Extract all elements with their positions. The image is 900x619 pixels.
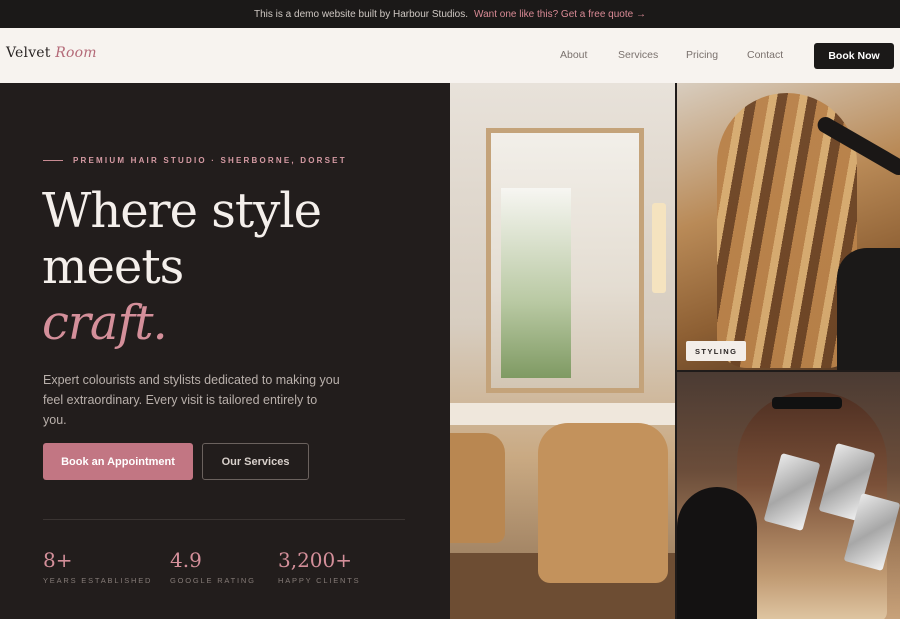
styling-tag: STYLING: [686, 341, 747, 361]
salon-chair-left: [450, 433, 505, 543]
logo-main: Velvet: [6, 45, 51, 61]
nav-link-contact[interactable]: Contact: [747, 49, 783, 61]
eyebrow-text: PREMIUM HAIR STUDIO · SHERBORNE, DORSET: [73, 156, 347, 165]
mirror-window-reflection: [501, 188, 571, 378]
headline-line1: Where style: [42, 183, 322, 239]
counter: [450, 403, 675, 425]
headline-accent: craft.: [42, 295, 168, 351]
mirror: [486, 128, 644, 393]
gloved-hand: [677, 487, 757, 619]
our-services-button[interactable]: Our Services: [202, 443, 309, 480]
free-quote-link[interactable]: Want one like this? Get a free quote →: [474, 9, 646, 20]
top-nav: Velvet Room About Services Pricing Conta…: [0, 28, 900, 83]
stat-clients: 3,200+ HAPPY CLIENTS: [278, 548, 360, 585]
salon-interior-image: [450, 83, 675, 619]
hero-eyebrow: PREMIUM HAIR STUDIO · SHERBORNE, DORSET: [43, 156, 347, 165]
banner-text: This is a demo website built by Harbour …: [254, 8, 469, 20]
stats-divider: [43, 519, 405, 520]
hero-headline: Where style meets craft.: [42, 183, 322, 351]
hair-clip: [772, 397, 842, 409]
stat-value: 8+: [43, 548, 73, 572]
stat-years: 8+ YEARS ESTABLISHED: [43, 548, 152, 585]
logo-accent: Room: [55, 45, 97, 61]
stat-value: 4.9: [170, 548, 202, 572]
stat-rating: 4.9 GOOGLE RATING: [170, 548, 256, 585]
wall-lamp: [652, 203, 666, 293]
headline-line2: meets: [42, 239, 184, 295]
hero-description: Expert colourists and stylists dedicated…: [43, 373, 340, 427]
stylist-arm: [837, 248, 900, 370]
demo-banner: This is a demo website built by Harbour …: [0, 0, 900, 28]
book-now-button[interactable]: Book Now: [814, 43, 894, 69]
nav-link-pricing[interactable]: Pricing: [686, 49, 718, 61]
stat-value: 3,200+: [278, 548, 353, 572]
book-appointment-button[interactable]: Book an Appointment: [43, 443, 193, 480]
nav-link-services[interactable]: Services: [618, 49, 658, 61]
salon-chair: [538, 423, 668, 583]
logo[interactable]: Velvet Room: [6, 45, 97, 61]
hero-section: PREMIUM HAIR STUDIO · SHERBORNE, DORSET …: [0, 83, 450, 619]
styling-image: STYLING: [677, 83, 900, 370]
stat-label: GOOGLE RATING: [170, 576, 256, 585]
eyebrow-line: [43, 160, 63, 161]
colouring-image: [677, 372, 900, 619]
nav-link-about[interactable]: About: [560, 49, 587, 61]
stat-label: HAPPY CLIENTS: [278, 576, 361, 585]
stat-label: YEARS ESTABLISHED: [43, 576, 153, 585]
